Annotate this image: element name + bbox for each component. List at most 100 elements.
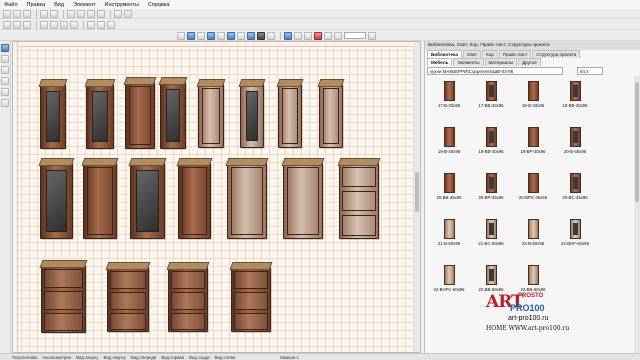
tab-right-view[interactable]: Вид справа — [161, 355, 184, 360]
cabinet[interactable] — [168, 267, 208, 332]
pencil-icon[interactable] — [1, 66, 9, 74]
eraser-icon[interactable] — [1, 77, 9, 85]
move-icon[interactable] — [13, 20, 21, 29]
cabinet[interactable] — [339, 163, 379, 239]
library-path-field[interactable]: кухни МАКБЕРРИ\Copperents\ШВ-03-96 — [427, 67, 563, 75]
view-front-icon[interactable] — [187, 31, 195, 40]
new-file-icon[interactable] — [3, 9, 11, 18]
lock-icon[interactable] — [107, 20, 115, 29]
library-item[interactable]: 20-B-45x96 — [555, 127, 595, 165]
tab-furniture[interactable]: Мебель — [427, 58, 453, 66]
cabinet[interactable] — [107, 267, 149, 332]
redo-icon[interactable] — [50, 9, 58, 18]
library-item[interactable]: 21-BC-60x96 — [471, 219, 511, 257]
library-item[interactable]: 22-B-60x96 — [513, 219, 553, 257]
thumbnail-size-select[interactable]: 64 x — [577, 67, 603, 75]
cabinet[interactable] — [125, 82, 155, 149]
cabinet[interactable] — [130, 163, 165, 239]
camera-icon[interactable] — [247, 31, 255, 40]
open-file-icon[interactable] — [13, 9, 21, 18]
rotate-icon[interactable] — [23, 20, 31, 29]
cabinet[interactable] — [40, 84, 66, 149]
texture-icon[interactable] — [294, 31, 302, 40]
ungroup-icon[interactable] — [97, 20, 105, 29]
tab-pricelist[interactable]: Прайс-лист — [498, 50, 532, 58]
align-bottom-icon[interactable] — [70, 20, 78, 29]
menu-edit[interactable]: Правка — [27, 2, 46, 8]
view-right-icon[interactable] — [217, 31, 225, 40]
tab-light[interactable]: Свет — [462, 50, 482, 58]
zoom-field[interactable] — [344, 32, 366, 39]
group-icon[interactable] — [87, 20, 95, 29]
print-icon[interactable] — [114, 9, 122, 18]
library-item[interactable]: 18-B-33x96 — [513, 81, 553, 119]
library-item[interactable]: 19-BB-40x96 — [471, 127, 511, 165]
library-item[interactable]: 20-BP-45x96 — [471, 173, 511, 211]
delete-icon[interactable] — [97, 9, 105, 18]
view-top-icon[interactable] — [197, 31, 205, 40]
cabinet[interactable] — [283, 163, 323, 239]
library-item[interactable]: 22-BHFC-60x96 — [429, 265, 469, 303]
menu-view[interactable]: Вид — [54, 2, 64, 8]
view-perspective-icon[interactable] — [177, 31, 185, 40]
hand-icon[interactable] — [1, 55, 9, 63]
align-right-icon[interactable] — [50, 20, 58, 29]
library-item[interactable]: 17-BB-33x96 — [471, 81, 511, 119]
render-icon[interactable] — [124, 9, 132, 18]
library-item[interactable]: 20-BC-45x96 — [555, 173, 595, 211]
pointer-icon[interactable] — [1, 44, 9, 52]
library-item[interactable]: 20-BB-45x96 — [429, 173, 469, 211]
menu-help[interactable]: Справка — [148, 2, 170, 8]
select-icon[interactable] — [3, 20, 11, 29]
paste-icon[interactable] — [87, 9, 95, 18]
library-item[interactable]: 19-BP-40x96 — [513, 127, 553, 165]
copy-icon[interactable] — [77, 9, 85, 18]
tab-front-view[interactable]: Вид спереди — [131, 355, 156, 360]
tab-left-view[interactable]: Вид слева — [215, 355, 236, 360]
view-back-icon[interactable] — [227, 31, 235, 40]
menu-element[interactable]: Элемент — [73, 2, 95, 8]
zoom-fit-icon[interactable] — [368, 31, 376, 40]
cabinet[interactable] — [278, 84, 302, 148]
align-left-icon[interactable] — [40, 20, 48, 29]
light-icon[interactable] — [284, 31, 292, 40]
library-item[interactable]: 18-BB-33x96 — [555, 81, 595, 119]
tab-top-view-2[interactable]: Вид сверху — [103, 355, 125, 360]
tab-top-view[interactable]: Вид сверху — [76, 355, 98, 360]
cabinet[interactable] — [83, 163, 117, 239]
zoom-in-icon[interactable] — [324, 31, 332, 40]
menu-tools[interactable]: Инструменты — [105, 2, 139, 8]
library-item[interactable]: 19-B-40x96 — [429, 127, 469, 165]
tab-kor[interactable]: Кор — [482, 50, 498, 58]
tab-library[interactable]: Библиотека — [427, 50, 462, 58]
cabinet[interactable] — [198, 84, 224, 148]
cabinet[interactable] — [178, 163, 211, 239]
library-item[interactable]: 20-BPC-45x96 — [513, 173, 553, 211]
library-scrollbar[interactable] — [634, 76, 640, 353]
measure-icon[interactable] — [314, 31, 322, 40]
cabinet[interactable] — [227, 163, 267, 239]
save-icon[interactable] — [23, 9, 31, 18]
menu-file[interactable]: Файл — [4, 2, 18, 8]
cabinet[interactable] — [40, 163, 73, 239]
tab-elements[interactable]: Элементы — [453, 58, 484, 66]
text-icon[interactable] — [1, 99, 9, 107]
cabinet[interactable] — [86, 84, 114, 149]
wireframe-icon[interactable] — [267, 31, 275, 40]
cabinet[interactable] — [231, 267, 271, 332]
tab-materials[interactable]: Материалы — [484, 58, 518, 66]
cabinet[interactable] — [41, 265, 86, 333]
library-item[interactable]: 17-B-33x96 — [429, 81, 469, 119]
view-left-icon[interactable] — [207, 31, 215, 40]
shadow-icon[interactable] — [304, 31, 312, 40]
cabinet[interactable] — [319, 84, 343, 148]
render-mode-icon[interactable] — [257, 31, 265, 40]
cabinet[interactable] — [240, 84, 264, 148]
tab-axonometry[interactable]: Аксонометрия — [43, 355, 71, 360]
library-item[interactable]: 21-B-60x96 — [429, 219, 469, 257]
view-axonometry-icon[interactable] — [237, 31, 245, 40]
tab-back-view[interactable]: Вид сзади — [189, 355, 209, 360]
tab-camera[interactable]: Камера 1 — [280, 355, 299, 360]
design-viewport[interactable] — [12, 41, 421, 353]
cut-icon[interactable] — [67, 9, 75, 18]
